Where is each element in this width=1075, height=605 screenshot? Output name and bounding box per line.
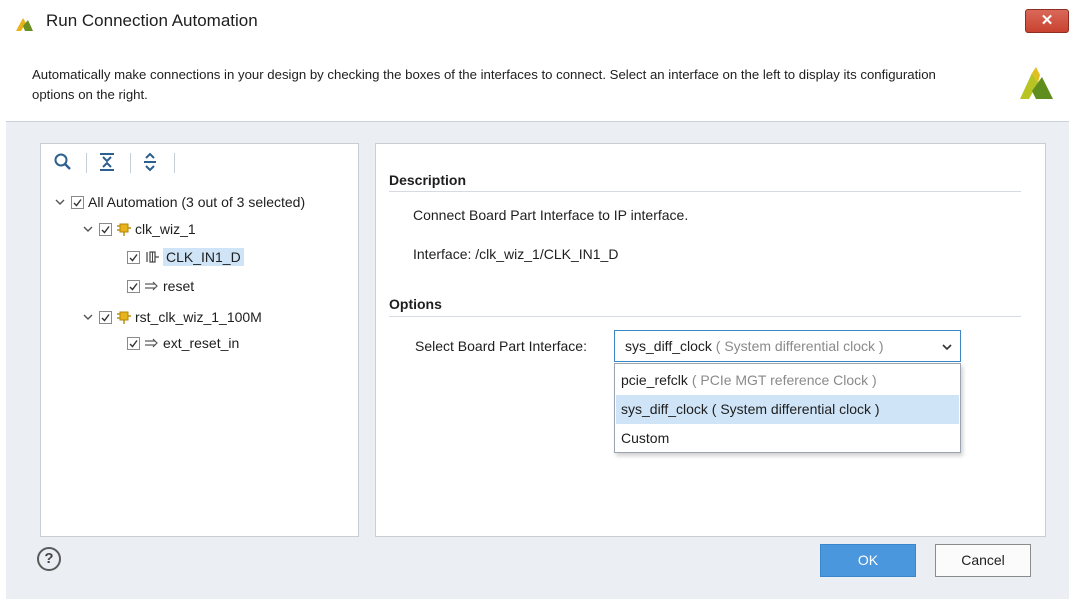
window-title: Run Connection Automation — [46, 11, 258, 30]
tree-item-clk-wiz-1[interactable]: clk_wiz_1 — [81, 218, 196, 240]
board-part-dropdown-list: pcie_refclk ( PCIe MGT reference Clock )… — [614, 363, 961, 453]
help-icon: ? — [44, 550, 54, 567]
description-heading: Description — [389, 172, 467, 188]
vivado-banner-logo-icon — [1020, 67, 1053, 99]
header-description: Automatically make connections in your d… — [32, 67, 936, 102]
tree-item-reset[interactable]: reset — [127, 275, 194, 297]
close-button[interactable]: ✕ — [1025, 9, 1069, 33]
toolbar-separator — [86, 153, 87, 173]
checkbox-clk-wiz-1[interactable] — [99, 222, 112, 236]
option-value: pcie_refclk — [621, 372, 688, 388]
option-value: Custom — [621, 430, 670, 446]
checkbox-all-automation[interactable] — [71, 195, 84, 209]
dialog-header: Automatically make connections in your d… — [6, 44, 1069, 122]
chevron-down-icon[interactable] — [53, 195, 67, 209]
description-divider — [389, 191, 1021, 192]
chevron-down-icon[interactable] — [81, 310, 95, 324]
cancel-button[interactable]: Cancel — [935, 544, 1031, 577]
select-board-part-label: Select Board Part Interface: — [415, 338, 587, 354]
ok-button[interactable]: OK — [820, 544, 916, 577]
tree-item-label: ext_reset_in — [163, 335, 240, 351]
option-hint: ( System differential clock ) — [711, 401, 880, 417]
interface-text: Interface: /clk_wiz_1/CLK_IN1_D — [413, 246, 619, 262]
port-arrow-icon — [145, 338, 158, 348]
vivado-logo-icon — [16, 18, 33, 31]
options-divider — [389, 316, 1021, 317]
select-value-hint: ( System differential clock ) — [715, 338, 884, 354]
toolbar-separator — [130, 153, 131, 173]
collapse-all-icon[interactable] — [97, 152, 117, 172]
ip-block-icon — [117, 311, 131, 324]
option-custom[interactable]: Custom — [616, 424, 959, 453]
search-icon[interactable] — [53, 152, 73, 172]
title-bar: Run Connection Automation ✕ — [0, 0, 1075, 44]
help-button[interactable]: ? — [37, 547, 61, 571]
differential-interface-icon — [146, 251, 159, 263]
options-heading: Options — [389, 296, 442, 312]
toolbar-separator — [174, 153, 175, 173]
tree-item-all-automation[interactable]: All Automation (3 out of 3 selected) — [53, 191, 305, 213]
select-value-name: sys_diff_clock — [625, 338, 712, 354]
port-arrow-icon — [145, 281, 158, 291]
select-current-value: sys_diff_clock ( System differential clo… — [625, 338, 884, 354]
tree-item-ext-reset-in[interactable]: ext_reset_in — [127, 332, 239, 354]
close-icon: ✕ — [1040, 12, 1054, 29]
chevron-down-icon[interactable] — [941, 341, 953, 353]
checkbox-reset[interactable] — [127, 279, 140, 293]
tree-item-label: clk_wiz_1 — [135, 221, 196, 237]
chevron-down-icon[interactable] — [81, 222, 95, 236]
ip-block-icon — [117, 223, 131, 236]
expand-all-icon[interactable] — [140, 152, 160, 172]
tree-item-label: reset — [163, 278, 195, 294]
option-sys-diff-clock[interactable]: sys_diff_clock ( System differential clo… — [616, 395, 959, 424]
tree-item-label: CLK_IN1_D — [163, 248, 244, 266]
description-text: Connect Board Part Interface to IP inter… — [413, 207, 689, 223]
tree-item-clk-in1-d[interactable]: CLK_IN1_D — [127, 246, 244, 268]
board-part-interface-select[interactable]: sys_diff_clock ( System differential clo… — [614, 330, 961, 362]
option-value: sys_diff_clock — [621, 401, 708, 417]
tree-item-label: rst_clk_wiz_1_100M — [135, 309, 262, 325]
tree-item-label: All Automation (3 out of 3 selected) — [88, 194, 306, 210]
option-hint: ( PCIe MGT reference Clock ) — [691, 372, 877, 388]
checkbox-clk-in1-d[interactable] — [127, 250, 140, 264]
checkbox-rst-clk-wiz-1-100m[interactable] — [99, 310, 112, 324]
tree-item-rst-clk-wiz-1-100m[interactable]: rst_clk_wiz_1_100M — [81, 306, 262, 328]
option-pcie-refclk[interactable]: pcie_refclk ( PCIe MGT reference Clock ) — [616, 366, 959, 395]
checkbox-ext-reset-in[interactable] — [127, 336, 140, 350]
